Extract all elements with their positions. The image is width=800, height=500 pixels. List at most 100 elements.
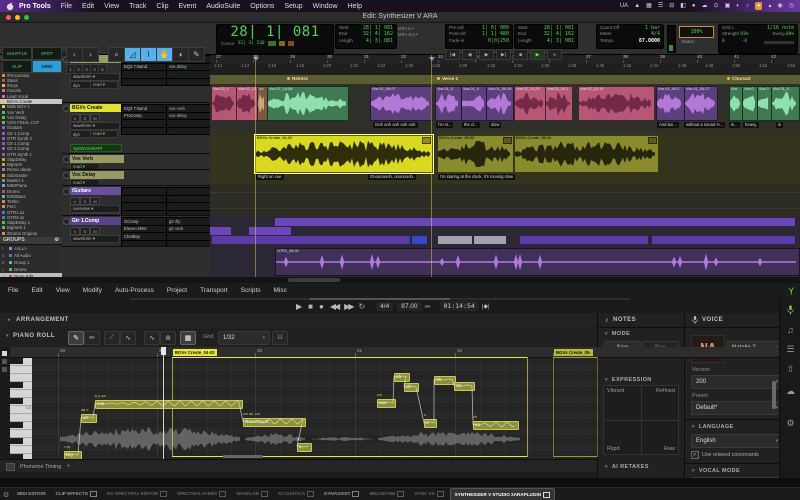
guitar-region-block[interactable] (212, 236, 410, 244)
dly-badge[interactable] (279, 41, 285, 46)
anchor-tool-icon[interactable]: ⊕ (160, 331, 176, 345)
record-arm-button[interactable]: ● (70, 197, 80, 205)
tempo-value[interactable]: 87.0000 (639, 38, 660, 44)
track-list-item-drums-original[interactable]: /Drums Original (0, 231, 62, 236)
synthv-menu-edit[interactable]: Edit (31, 287, 42, 294)
synthv-menu-transport[interactable]: Transport (200, 287, 228, 294)
voice-tab-icon[interactable] (784, 303, 797, 316)
mode-slip-button[interactable]: SLIP (2, 60, 32, 73)
mute-button[interactable]: M (90, 114, 100, 122)
synthv-menu-scripts[interactable]: Scripts (241, 287, 261, 294)
nudge-plus[interactable]: -0 (742, 39, 747, 45)
clip-vox-01-0[interactable]: Vox.01_0 (461, 86, 487, 121)
curve-tool-icon[interactable]: ∿ (120, 331, 136, 345)
menu-item-edit[interactable]: Edit (82, 3, 94, 10)
transport-selection-block[interactable]: Start28| 1| 081 End32| 4| 162 Length4| 3… (514, 24, 578, 49)
mic-active-icon[interactable]: ● (755, 2, 763, 10)
send-slot-empty[interactable]: · (166, 240, 210, 247)
swing-slider[interactable] (764, 41, 794, 44)
timecode-display[interactable]: 01:14:54 (440, 301, 479, 311)
trim-tool-icon[interactable]: ◿ (124, 47, 141, 62)
cloud-tab-icon[interactable]: ☁ (784, 385, 797, 398)
selection-start-flag[interactable] (253, 57, 259, 61)
apple-logo-icon[interactable] (6, 2, 14, 11)
track-view-select[interactable]: waveform ▾ (70, 122, 120, 130)
group-item-all[interactable]: !<ALL> (0, 245, 62, 252)
clip-vox-01-0[interactable]: Vox.01_0 (771, 86, 800, 121)
tab-spectralayers[interactable]: SPECTRALAYERS (173, 488, 230, 499)
track-toggle-icon[interactable] (63, 172, 70, 179)
pencil-tool-icon[interactable]: ✎ (188, 47, 205, 62)
ua-menu-icon[interactable]: UA (620, 2, 628, 10)
clip-fade-icon[interactable] (503, 137, 512, 144)
record-button[interactable]: ● (547, 49, 562, 60)
mode-grid-button[interactable]: GRID (32, 60, 62, 73)
rewind-button[interactable]: ◀ (462, 49, 477, 60)
time-signature[interactable]: 4/4 (376, 302, 393, 311)
clip-bgvs-create-04-02[interactable]: BGVs Create_04-02 (255, 135, 433, 173)
track-toggle-icon[interactable] (63, 188, 70, 195)
fastforward-icon[interactable]: ▶▶ (344, 302, 352, 311)
automation-mode-select[interactable]: read ▾ (90, 130, 118, 138)
main-counter[interactable]: 28| 1| 081 (217, 25, 333, 40)
compensation-badge[interactable] (288, 41, 294, 46)
timeline-insertion-badge[interactable] (268, 41, 276, 46)
clip-vox-01-09-27[interactable]: Vox.01_09-27 (684, 86, 718, 121)
tab-dynassist[interactable]: DYNASSIST (320, 488, 363, 499)
return-to-zero-button[interactable]: |◀ (445, 49, 460, 60)
go-to-end-button[interactable]: ▶| (496, 49, 511, 60)
piano-roll-clip-label-bgvs-create-05[interactable]: BGVs Create_05- (554, 349, 593, 356)
tab-wavelab[interactable]: WAVELAB (232, 488, 272, 499)
tab-clip-effects[interactable]: CLIP EFFECTS (52, 488, 102, 499)
menu-item-options[interactable]: Options (250, 3, 274, 10)
countoff-block[interactable]: Count Off1 bar Meter4/4 Tempo87.0000 (596, 24, 664, 49)
groups-gear-icon[interactable]: ⚙ (55, 237, 59, 243)
track-toggle-icon[interactable] (63, 218, 70, 225)
track-panel-vox-verb[interactable]: Vox Verbread ▾ (62, 154, 210, 170)
track-name[interactable]: Gtr 1.Comp (70, 217, 124, 225)
battery-icon[interactable]: ◐ (736, 2, 740, 10)
lane-vox-verb[interactable] (210, 184, 800, 201)
mute-button[interactable]: M (90, 227, 100, 235)
nudge-minus[interactable]: 0 (722, 39, 725, 45)
pitch-wave-tool-icon[interactable]: ∿ (144, 331, 160, 345)
insert-slot-empty[interactable]: · (121, 127, 169, 136)
zoom-preset-5[interactable]: 5 (98, 64, 107, 74)
grid-window-icon[interactable]: ▦ (646, 2, 652, 10)
notes-tab-icon[interactable]: ♫ (784, 323, 797, 336)
dyn-select[interactable]: dyn (70, 130, 92, 138)
guitar-region-block[interactable] (474, 236, 506, 244)
track-name[interactable]: Vox Verb (70, 155, 124, 163)
piano-roll-canvas[interactable]: C5 282930313233 Rigr ayonaa ncuek,y uwOo… (0, 347, 779, 459)
dock-icon[interactable]: ⊟ (669, 2, 674, 10)
play-icon[interactable]: ▶ (296, 302, 302, 311)
clip-gtr1-08-01[interactable]: GTR1_08-01 (275, 248, 800, 276)
cpu-status-box[interactable]: 100% (679, 26, 714, 38)
export-tab-icon[interactable]: ⇧ (784, 363, 797, 376)
track-name[interactable]: /Guitars (70, 187, 124, 195)
synthv-menu-misc[interactable]: Misc (274, 287, 287, 294)
snap-icon[interactable]: |◆| (482, 303, 490, 310)
cloud-icon[interactable]: ☁ (702, 2, 708, 10)
record-icon[interactable]: ● (319, 302, 324, 311)
stop-button[interactable]: ■ (513, 49, 528, 60)
clip-vox-01-09-07[interactable]: Vox.01_09-07 (370, 86, 432, 121)
instrument-plugin-chip[interactable]: SynthV2ARAPl (70, 144, 122, 152)
solo-button[interactable]: S (80, 114, 90, 122)
dyn-select[interactable]: dyn (70, 81, 92, 89)
menu-item-clip[interactable]: Clip (156, 3, 168, 10)
group-item-all-audio[interactable]: aAll Audio (0, 252, 62, 259)
playhead-handle[interactable] (161, 347, 166, 355)
grabber-tool-icon[interactable]: ✋ (156, 47, 173, 62)
window-titlebar[interactable]: Edit: Synthesizer V ARA (0, 12, 800, 23)
synthv-menu-project[interactable]: Project (167, 287, 187, 294)
vocal-mode-section-header[interactable]: ▾VOCAL MODE (685, 465, 740, 477)
clip-vox-01-09-39[interactable]: Vox.01_09-39 (486, 86, 514, 121)
swing-value[interactable]: 88% (786, 32, 794, 37)
track-panel-bgvs-create[interactable]: BGVs Create●SMwaveform ▾dynread ▾SynthV2… (62, 103, 210, 154)
clip-vox-0[interactable]: Vox.0 (742, 86, 758, 121)
guitar-region-block[interactable] (275, 218, 795, 226)
track-view-select[interactable]: waveform ▾ (70, 235, 120, 243)
track-toggle-icon[interactable] (63, 105, 70, 112)
track-view-select[interactable]: waveform ▾ (70, 73, 120, 81)
